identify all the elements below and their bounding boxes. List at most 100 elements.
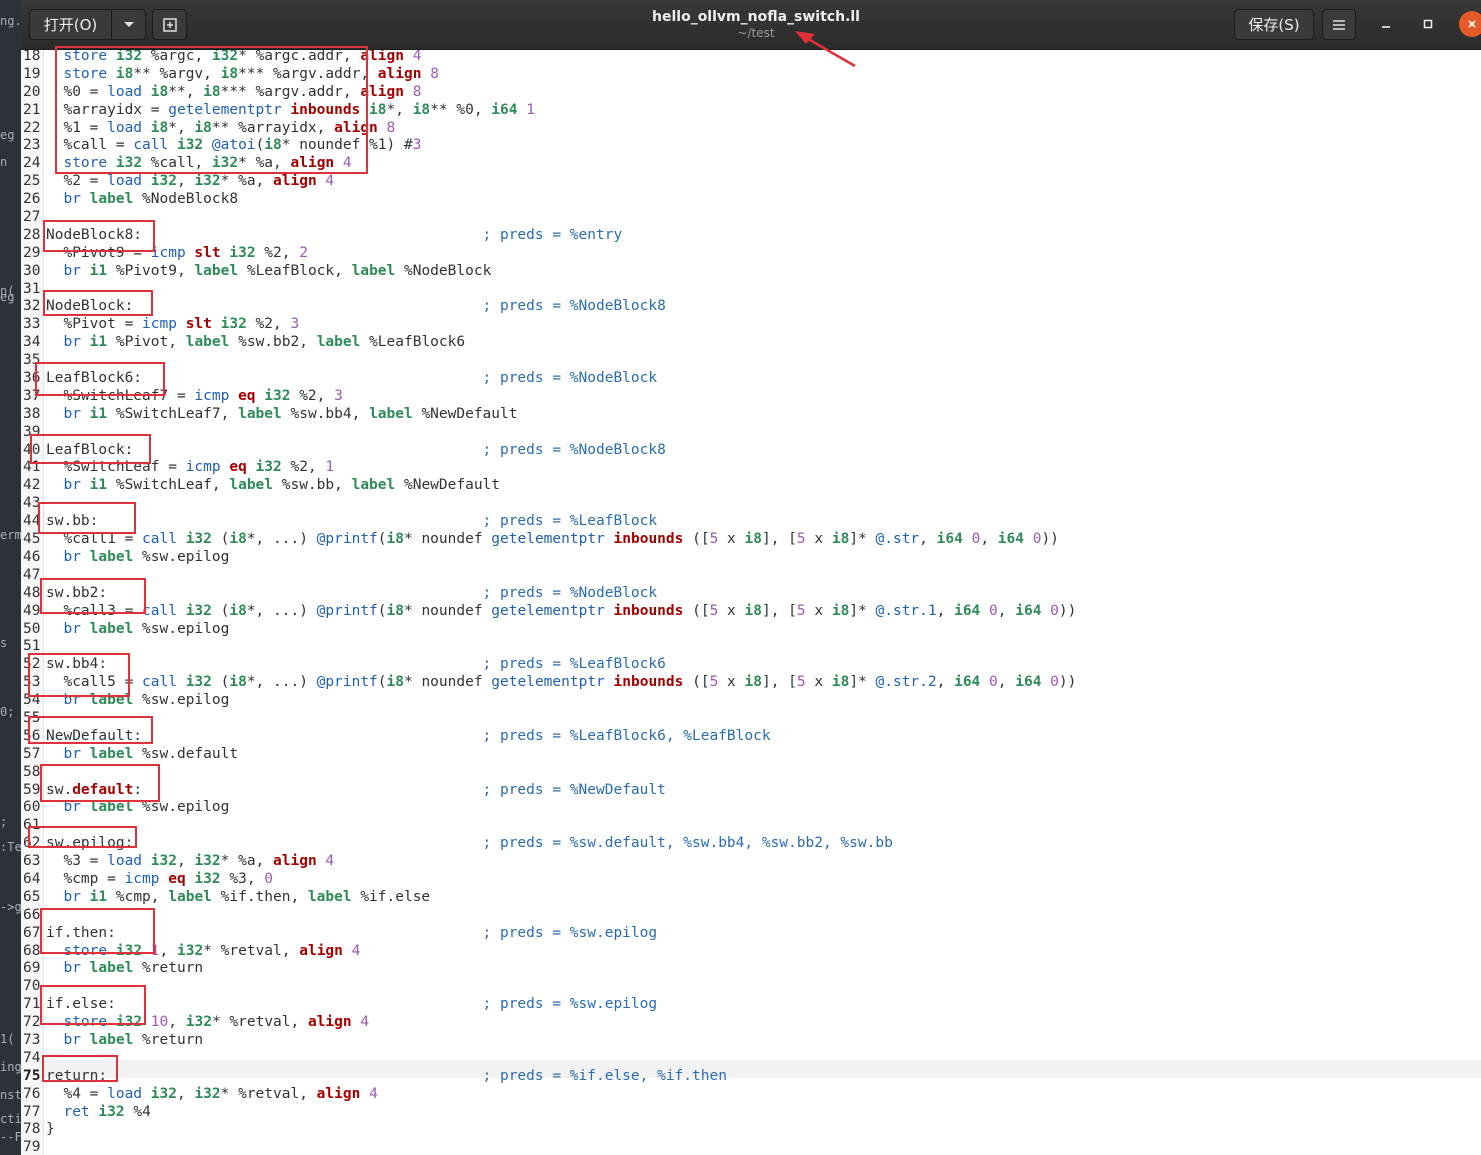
background-text-fragment: --F <box>0 1130 21 1144</box>
line-number: 77 <box>23 1103 41 1120</box>
line-number: 57 <box>23 745 41 762</box>
annotation-box <box>28 826 137 848</box>
line-number: 20 <box>23 83 41 100</box>
line-text: %call5 = call i32 (i8*, ...) @printf(i8*… <box>46 674 1077 691</box>
line-text: %call3 = call i32 (i8*, ...) @printf(i8*… <box>46 602 1077 619</box>
line-text: br i1 %cmp, label %if.then, label %if.el… <box>63 888 431 905</box>
background-text-fragment: n( <box>0 284 15 298</box>
annotation-box <box>35 362 165 396</box>
line-number: 29 <box>23 244 41 261</box>
line-number: 27 <box>23 209 41 226</box>
annotation-box <box>40 578 146 614</box>
line-number: 38 <box>23 405 41 422</box>
line-number: 19 <box>23 65 41 82</box>
line-number: 79 <box>23 1139 41 1155</box>
line-number: 34 <box>23 334 41 351</box>
line-text: br label %return <box>63 960 204 977</box>
line-text: br label %sw.epilog <box>63 548 230 565</box>
title-block: hello_ollvm_nofla_switch.ll ~/test <box>581 8 931 41</box>
header-bar: 打开(O) hello_ollvm_nofla_switch.ll ~/test… <box>21 0 1481 50</box>
line-number: 69 <box>23 960 41 977</box>
background-text-fragment: nst <box>0 1088 21 1102</box>
line-number: 76 <box>23 1085 41 1102</box>
annotation-box <box>40 908 155 954</box>
line-text: %2 = load i32, i32* %a, align 4 <box>46 173 335 190</box>
hamburger-icon <box>1333 19 1345 30</box>
close-icon <box>1468 20 1476 28</box>
background-text-fragment: eg <box>0 128 15 142</box>
line-text: } <box>46 1121 55 1138</box>
line-text: NewDefault: ; preds = %LeafBlock6, %Leaf… <box>46 727 771 744</box>
background-text-fragment: ctio <box>0 1112 21 1126</box>
line-text: sw.bb: ; preds = %LeafBlock <box>46 513 658 530</box>
line-text: %call1 = call i32 (i8*, ...) @printf(i8*… <box>46 531 1059 548</box>
annotation-box <box>28 653 130 697</box>
background-text-fragment: 1( <box>0 1032 15 1046</box>
line-text: br label %return <box>63 1031 204 1048</box>
annotation-box <box>40 764 160 802</box>
line-text: return: ; preds = %if.else, %if.then <box>46 1067 727 1084</box>
line-number: 33 <box>23 316 41 333</box>
line-text: br label %sw.default <box>63 745 239 762</box>
new-tab-button[interactable] <box>152 9 187 40</box>
background-text-fragment: ->g <box>0 900 21 914</box>
line-number: 23 <box>23 137 41 154</box>
line-text: br label %sw.epilog <box>63 799 230 816</box>
line-text: sw.epilog: ; preds = %sw.default, %sw.bb… <box>46 835 893 852</box>
background-text-fragment: s <box>0 636 8 650</box>
save-button[interactable]: 保存(S) <box>1234 9 1314 40</box>
window-title: hello_ollvm_nofla_switch.ll <box>652 9 860 25</box>
close-button[interactable] <box>1459 11 1481 37</box>
chevron-down-icon <box>123 21 134 27</box>
line-number: 73 <box>23 1031 41 1048</box>
annotation-box <box>40 985 146 1025</box>
line-text: %4 = load i32, i32* %retval, align 4 <box>46 1085 378 1102</box>
open-button[interactable]: 打开(O) <box>29 9 111 40</box>
annotation-box <box>30 434 151 464</box>
background-window-strip: ng.egnegn(erms0;;:Te->g1(ingnstctio--F <box>0 0 21 1155</box>
new-document-icon <box>162 17 177 32</box>
maximize-icon <box>1423 19 1433 29</box>
open-menu-button[interactable] <box>111 9 146 40</box>
minimize-button[interactable] <box>1373 11 1399 37</box>
annotation-box <box>38 502 136 534</box>
line-text: br i1 %SwitchLeaf, label %sw.bb, label %… <box>63 477 501 494</box>
maximize-button[interactable] <box>1415 11 1441 37</box>
line-number: 46 <box>23 548 41 565</box>
line-number: 18 <box>23 50 41 64</box>
annotation-box <box>55 46 368 174</box>
line-number: 74 <box>23 1049 41 1066</box>
line-text: ret i32 %4 <box>63 1103 151 1120</box>
background-text-fragment: ; <box>0 815 8 829</box>
line-text: br i1 %Pivot, label %sw.bb2, label %Leaf… <box>63 334 466 351</box>
line-text: br i1 %Pivot9, label %LeafBlock, label %… <box>63 262 492 279</box>
line-text: br i1 %SwitchLeaf7, label %sw.bb4, label… <box>63 405 518 422</box>
line-number: 22 <box>23 119 41 136</box>
line-text: br label %NodeBlock8 <box>63 191 239 208</box>
line-number: 31 <box>23 280 41 297</box>
background-text-fragment: 0; <box>0 705 15 719</box>
line-number: 64 <box>23 870 41 887</box>
background-text-fragment: :Te <box>0 840 21 854</box>
line-number: 32 <box>23 298 41 315</box>
line-text: %3 = load i32, i32* %a, align 4 <box>46 853 335 870</box>
line-number: 24 <box>23 155 41 172</box>
line-text: sw.bb4: ; preds = %LeafBlock6 <box>46 656 666 673</box>
line-number: 26 <box>23 191 41 208</box>
annotation-box <box>43 220 155 252</box>
line-text: %Pivot = icmp slt i32 %2, 3 <box>46 316 300 333</box>
menu-button[interactable] <box>1322 9 1356 40</box>
code-editor[interactable]: 18 store i32 %argc, i32* %argc.addr, ali… <box>21 50 1481 1155</box>
minimize-icon <box>1382 26 1390 28</box>
line-number: 75 <box>23 1067 41 1084</box>
background-text-fragment: ing <box>0 1060 21 1074</box>
background-text-fragment: ng. <box>0 14 21 28</box>
line-number: 30 <box>23 262 41 279</box>
open-button-group: 打开(O) <box>29 9 146 40</box>
window-subtitle: ~/test <box>737 26 775 40</box>
line-number: 63 <box>23 853 41 870</box>
line-number: 25 <box>23 173 41 190</box>
background-text-fragment: erm <box>0 528 21 542</box>
line-number: 60 <box>23 799 41 816</box>
line-number: 42 <box>23 477 41 494</box>
